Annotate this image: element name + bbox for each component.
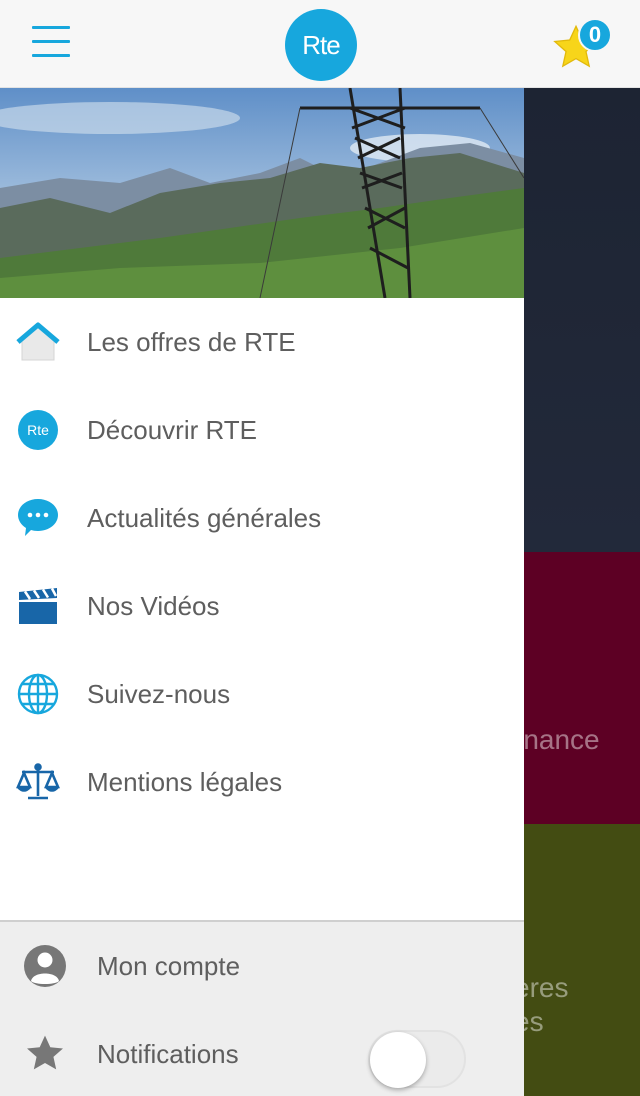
background-card-red-title: rnance [524,724,600,755]
menu-item-label: Découvrir RTE [87,414,258,445]
account-label: Mon compte [97,950,241,981]
background-card-olive-title-1: ères [524,972,569,1003]
menu-item-label: Mentions légales [87,766,283,797]
menu-item-label: Nos Vidéos [87,590,220,621]
notifications-item: Notifications [0,1010,524,1096]
drawer-hero-image [0,88,524,298]
menu-item-actualites[interactable]: Actualités générales [0,474,524,562]
user-avatar-icon [22,943,68,989]
menu-hamburger-icon[interactable] [32,24,70,60]
notifications-toggle[interactable] [368,1030,466,1088]
menu-item-offres[interactable]: Les offres de RTE [0,298,524,386]
drawer-footer: Mon compte Notifications [0,920,524,1096]
rte-logo-small: Rte [18,410,58,450]
background-card-olive-title-2: es [524,1006,544,1037]
navigation-drawer: Les offres de RTE Rte Découvrir RTE Actu… [0,88,524,1096]
menu-item-label: Suivez-nous [87,678,231,709]
menu-item-suivez[interactable]: Suivez-nous [0,650,524,738]
menu-item-label: Les offres de RTE [87,326,296,357]
toggle-knob [370,1032,426,1088]
chat-bubble-icon [16,496,60,540]
notifications-label: Notifications [97,1038,239,1069]
app-header: Rte 0 [0,0,640,88]
menu-item-mentions[interactable]: Mentions légales [0,738,524,826]
background-card-red[interactable]: rnance [524,552,640,824]
background-card-dark [524,88,640,552]
scales-icon [16,760,60,804]
menu-item-decouvrir[interactable]: Rte Découvrir RTE [0,386,524,474]
home-icon [16,320,60,364]
favorites-button[interactable]: 0 [548,14,618,76]
account-item[interactable]: Mon compte [0,922,524,1010]
clapperboard-icon [16,584,60,628]
favorites-count-badge: 0 [578,18,612,52]
star-outline-icon [22,1031,68,1077]
rte-logo-icon: Rte [16,408,60,452]
globe-icon [16,672,60,716]
menu-item-videos[interactable]: Nos Vidéos [0,562,524,650]
menu-item-label: Actualités générales [87,502,322,533]
drawer-menu: Les offres de RTE Rte Découvrir RTE Actu… [0,298,524,826]
rte-logo[interactable]: Rte [285,9,357,81]
background-card-olive[interactable]: ères es [524,824,640,1096]
